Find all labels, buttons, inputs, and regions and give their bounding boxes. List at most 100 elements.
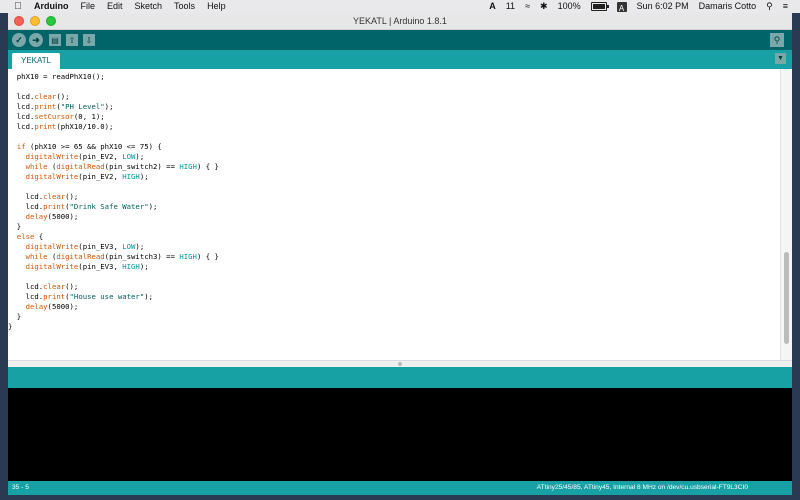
code-token: } — [8, 312, 22, 321]
code-line[interactable]: digitalWrite(pin_EV3, LOW); — [8, 242, 219, 252]
menu-sketch[interactable]: Sketch — [135, 0, 163, 13]
code-token: LOW — [122, 242, 136, 251]
chevron-down-icon: ▼ — [777, 55, 784, 62]
save-button[interactable]: ⇩ — [83, 34, 95, 46]
code-line[interactable]: digitalWrite(pin_EV3, HIGH); — [8, 262, 219, 272]
code-line[interactable]: lcd.print(phX10/10.0); — [8, 122, 219, 132]
count-badge[interactable]: 11 — [506, 0, 515, 13]
code-editor[interactable]: phX10 = readPhX10(); lcd.clear(); lcd.pr… — [8, 69, 792, 360]
new-button[interactable]: ▤ — [49, 34, 61, 46]
code-line[interactable] — [8, 82, 219, 92]
arrow-up-icon: ⇧ — [68, 35, 76, 45]
code-line[interactable] — [8, 182, 219, 192]
code-token: (pin_EV3, — [78, 262, 123, 271]
open-button[interactable]: ⇧ — [66, 34, 78, 46]
code-line[interactable]: lcd.clear(); — [8, 192, 219, 202]
code-token: delay — [25, 302, 48, 311]
code-line[interactable]: while (digitalRead(pin_switch2) == HIGH)… — [8, 162, 219, 172]
code-token: (phX10 >= 65 && phX10 <= 75) { — [25, 142, 162, 151]
code-token: ); — [135, 242, 145, 251]
search-icon[interactable]: ⚲ — [766, 0, 773, 13]
bluetooth-icon[interactable]: ✱ — [540, 0, 548, 13]
code-line[interactable]: lcd.print("House use water"); — [8, 292, 219, 302]
code-line[interactable]: lcd.print("Drink Safe Water"); — [8, 202, 219, 212]
code-token: while — [25, 252, 48, 261]
search-icon: ⚲ — [773, 34, 781, 45]
code-token: ); — [139, 172, 149, 181]
editor-scrollbar-thumb[interactable] — [784, 252, 789, 344]
code-line[interactable]: lcd.clear(); — [8, 282, 219, 292]
menu-help[interactable]: Help — [207, 0, 226, 13]
list-icon[interactable]: ≡ — [783, 0, 788, 13]
apple-icon[interactable]:  — [12, 0, 24, 13]
tab-menu-button[interactable]: ▼ — [775, 53, 786, 64]
code-line[interactable]: phX10 = readPhX10(); — [8, 72, 219, 82]
code-line[interactable] — [8, 272, 219, 282]
code-line[interactable]: } — [8, 222, 219, 232]
code-lines[interactable]: phX10 = readPhX10(); lcd.clear(); lcd.pr… — [8, 72, 219, 332]
code-token: (pin_EV2, — [78, 152, 123, 161]
battery-percent[interactable]: 100% — [558, 0, 581, 13]
menu-edit[interactable]: Edit — [107, 0, 123, 13]
code-line[interactable]: digitalWrite(pin_EV2, LOW); — [8, 152, 219, 162]
code-line[interactable] — [8, 132, 219, 142]
code-line[interactable]: lcd.setCursor(0, 1); — [8, 112, 219, 122]
tab-yekatl[interactable]: YEKATL — [12, 53, 61, 69]
arduino-window: YEKATL | Arduino 1.8.1 ✓ ➜ ▤ ⇧ ⇩ ⚲ YEKAT… — [8, 13, 792, 495]
code-token: lcd. — [8, 192, 44, 201]
adobe-icon[interactable]: A — [489, 0, 496, 13]
code-line[interactable]: delay(5000); — [8, 302, 219, 312]
split-handle[interactable] — [398, 362, 402, 366]
input-source-icon[interactable]: A — [616, 1, 627, 13]
code-token: phX10 = readPhX10(); — [8, 72, 105, 81]
code-line[interactable]: while (digitalRead(pin_switch3) == HIGH)… — [8, 252, 219, 262]
code-token: digitalRead — [56, 252, 105, 261]
code-line[interactable]: if (phX10 >= 65 && phX10 <= 75) { — [8, 142, 219, 152]
menu-file[interactable]: File — [81, 0, 96, 13]
code-token: (pin_EV3, — [78, 242, 123, 251]
code-token: "Drink Safe Water" — [69, 202, 149, 211]
verify-button[interactable]: ✓ — [12, 33, 26, 47]
code-line[interactable]: } — [8, 322, 219, 332]
clock[interactable]: Sun 6:02 PM — [637, 0, 689, 13]
code-line[interactable]: else { — [8, 232, 219, 242]
upload-button[interactable]: ➜ — [29, 33, 43, 47]
code-token: lcd. — [8, 122, 35, 131]
code-token: } — [8, 322, 13, 331]
menu-app[interactable]: Arduino — [34, 0, 69, 13]
board-info: ATtiny25/45/85, ATtiny45, Internal 8 MHz… — [536, 484, 748, 491]
serial-monitor-button[interactable]: ⚲ — [770, 33, 784, 47]
battery-fill — [592, 4, 605, 9]
code-token: lcd. — [8, 282, 44, 291]
status-menus: A 11 ≈ ✱ 100% A Sun 6:02 PM Damaris Cott… — [479, 0, 800, 13]
battery-icon[interactable] — [590, 2, 609, 11]
editor-scrollbar[interactable] — [780, 69, 792, 360]
code-line[interactable]: lcd.print("PH Level"); — [8, 102, 219, 112]
code-token: HIGH — [179, 252, 197, 261]
code-token: lcd. — [8, 92, 35, 101]
user-name[interactable]: Damaris Cotto — [699, 0, 757, 13]
menu-tools[interactable]: Tools — [174, 0, 195, 13]
code-token: print — [43, 292, 66, 301]
code-line[interactable]: delay(5000); — [8, 212, 219, 222]
message-bar — [8, 367, 792, 388]
code-line[interactable]: lcd.clear(); — [8, 92, 219, 102]
code-token: (); — [65, 282, 79, 291]
code-line[interactable]: digitalWrite(pin_EV2, HIGH); — [8, 172, 219, 182]
wifi-icon[interactable]: ≈ — [525, 0, 530, 13]
console-output[interactable] — [8, 388, 792, 495]
code-token: HIGH — [122, 262, 140, 271]
code-token: else — [16, 232, 35, 241]
code-token: ) { } — [196, 252, 219, 261]
tab-bar: YEKATL ▼ — [8, 50, 792, 69]
code-token: ); — [148, 202, 158, 211]
code-line[interactable]: } — [8, 312, 219, 322]
